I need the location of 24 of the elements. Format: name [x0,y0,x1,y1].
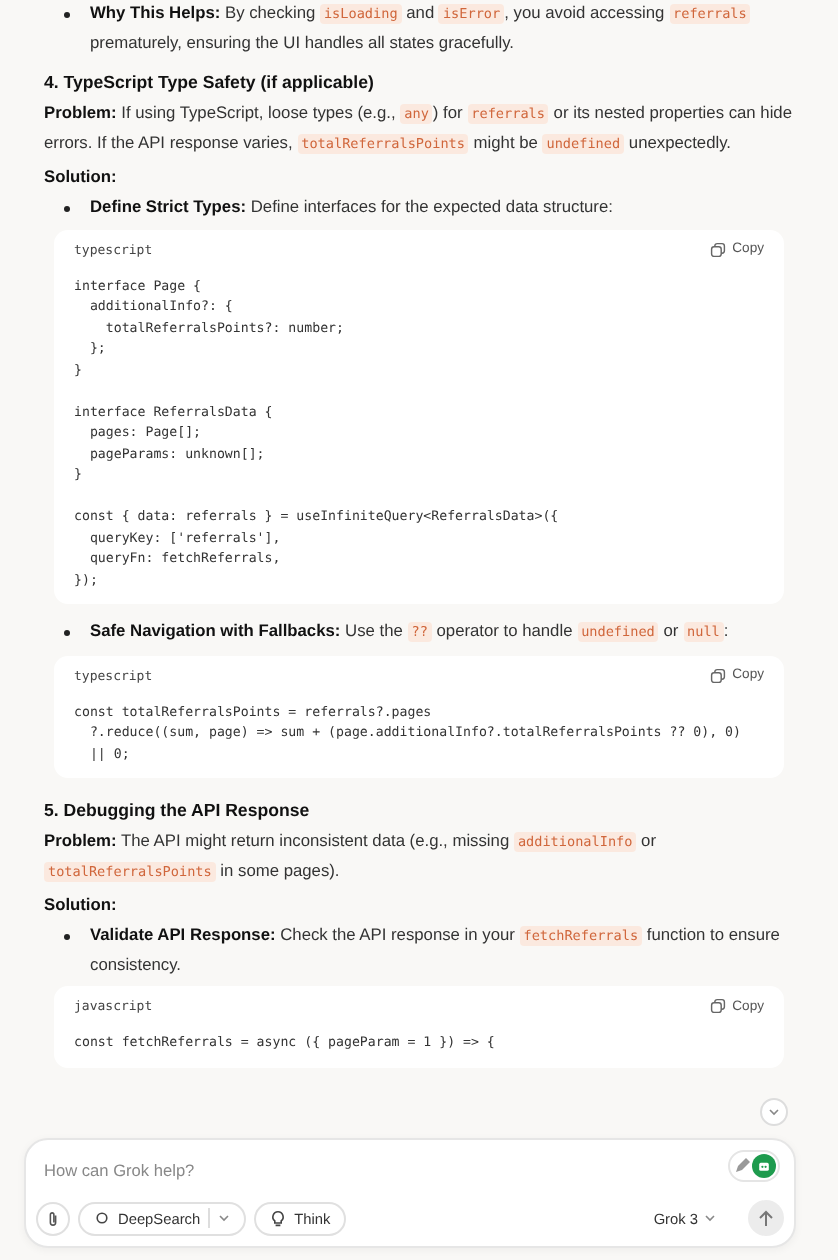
caret-icon [704,1214,716,1222]
bullet-icon [64,12,70,18]
copy-icon [710,241,727,257]
section-heading: 5. Debugging the API Response [44,800,312,820]
robot-icon [756,1158,772,1174]
solution-label: Solution: [44,166,119,186]
attach-button[interactable] [36,1201,70,1235]
bullet-icon [64,630,70,636]
message-input[interactable]: How can Grok help? [44,1154,644,1186]
copy-icon [710,667,727,683]
copy-icon [710,998,727,1014]
chevron-down-icon [768,1108,780,1116]
bullet-icon [64,206,70,212]
section-heading: 4. TypeScript Type Safety (if applicable) [44,72,376,92]
send-button[interactable] [748,1200,784,1236]
solution-label: Solution: [44,894,119,914]
caret-icon [218,1214,231,1222]
paperclip-icon [46,1209,60,1227]
pencil-icon [732,1156,752,1176]
bullet-icon [64,934,70,940]
lightbulb-icon [270,1209,287,1227]
arrow-up-icon [758,1209,774,1227]
mode-toggle[interactable] [728,1150,780,1182]
bullet-text: Define Strict Types: Define interfaces for the expected data structure: [90,194,613,220]
